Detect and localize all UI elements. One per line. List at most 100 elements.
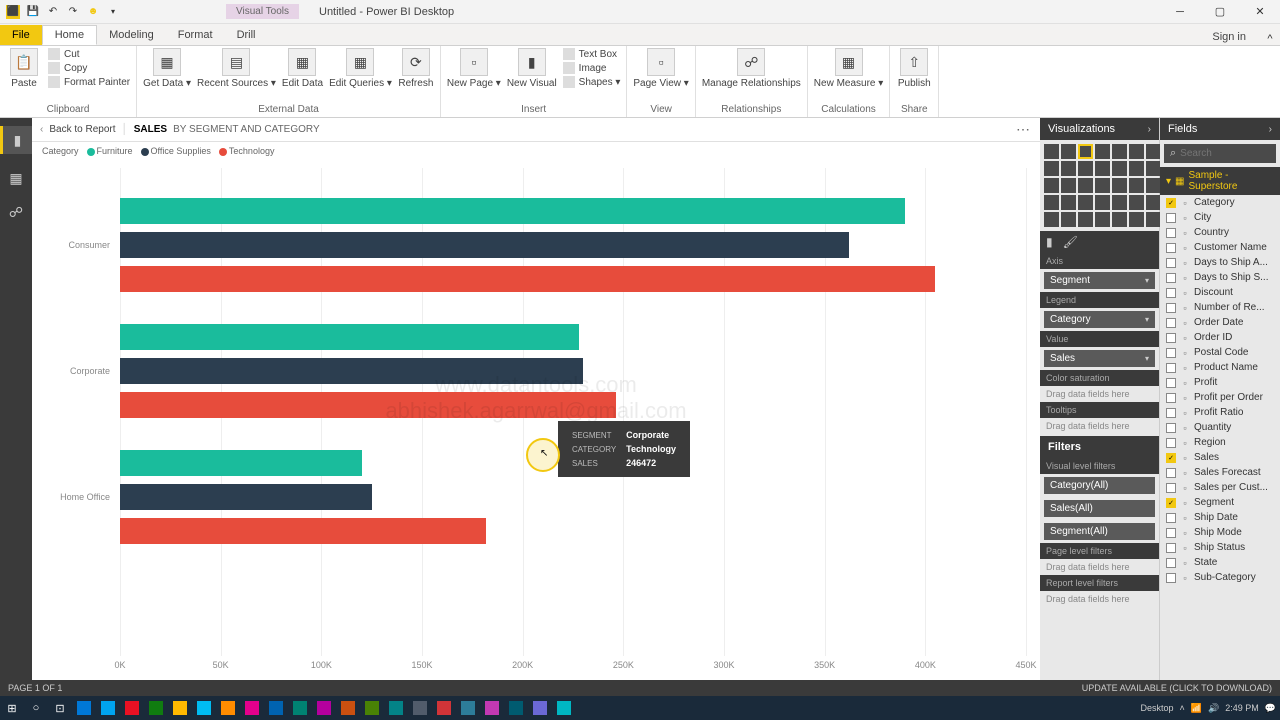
filter-category[interactable]: Category(All) (1044, 477, 1155, 494)
taskbar-app-icon[interactable] (120, 696, 144, 720)
field-item[interactable]: ▫Profit Ratio (1160, 405, 1280, 420)
checkbox[interactable] (1166, 318, 1176, 328)
field-item[interactable]: ▫Days to Ship S... (1160, 270, 1280, 285)
new-measure-button[interactable]: ▦New Measure ▾ (814, 48, 884, 89)
redo-icon[interactable]: ↷ (66, 5, 80, 19)
cortana-icon[interactable]: ○ (24, 696, 48, 720)
viz-type-icon[interactable] (1095, 178, 1110, 193)
viz-type-icon[interactable] (1078, 161, 1093, 176)
tray-volume-icon[interactable]: 🔊 (1208, 703, 1219, 714)
collapse-viz-icon[interactable]: › (1148, 124, 1151, 135)
taskbar-app-icon[interactable] (264, 696, 288, 720)
taskbar-app-icon[interactable] (528, 696, 552, 720)
field-item[interactable]: ▫State (1160, 555, 1280, 570)
textbox-button[interactable]: Text Box (563, 48, 621, 60)
checkbox[interactable] (1166, 483, 1176, 493)
field-item[interactable]: ▫Order ID (1160, 330, 1280, 345)
field-item[interactable]: ▫Region (1160, 435, 1280, 450)
viz-type-icon[interactable] (1146, 195, 1161, 210)
viz-type-icon[interactable] (1044, 195, 1059, 210)
viz-type-icon[interactable] (1044, 144, 1059, 159)
start-button[interactable]: ⊞ (0, 696, 24, 720)
checkbox[interactable] (1166, 468, 1176, 478)
taskbar-app-icon[interactable] (552, 696, 576, 720)
get-data-button[interactable]: ▦Get Data ▾ (143, 48, 191, 89)
viz-type-icon[interactable] (1044, 212, 1059, 227)
viz-type-icon[interactable] (1129, 195, 1144, 210)
format-painter-button[interactable]: Format Painter (48, 76, 130, 88)
tray-desktop[interactable]: Desktop (1141, 703, 1174, 713)
field-item[interactable]: ▫Customer Name (1160, 240, 1280, 255)
viz-type-icon[interactable] (1129, 161, 1144, 176)
field-item[interactable]: ✓▫Sales (1160, 450, 1280, 465)
field-item[interactable]: ▫Sales Forecast (1160, 465, 1280, 480)
taskbar-app-icon[interactable] (72, 696, 96, 720)
viz-type-icon[interactable] (1095, 195, 1110, 210)
shapes-button[interactable]: Shapes ▾ (563, 76, 621, 88)
field-item[interactable]: ▫Order Date (1160, 315, 1280, 330)
field-item[interactable]: ▫Quantity (1160, 420, 1280, 435)
checkbox[interactable] (1166, 363, 1176, 373)
viz-type-icon[interactable] (1044, 161, 1059, 176)
checkbox[interactable] (1166, 213, 1176, 223)
taskbar-app-icon[interactable] (144, 696, 168, 720)
viz-gallery[interactable] (1040, 140, 1159, 231)
viz-type-icon[interactable] (1129, 144, 1144, 159)
bar[interactable] (120, 484, 372, 510)
tray-time[interactable]: 2:49 PM (1225, 703, 1259, 713)
undo-icon[interactable]: ↶ (46, 5, 60, 19)
checkbox[interactable] (1166, 228, 1176, 238)
viz-type-icon[interactable] (1112, 195, 1127, 210)
bar[interactable] (120, 232, 849, 258)
enter-data-button[interactable]: ▦Edit Data (282, 48, 323, 89)
fields-search[interactable]: ⌕ (1164, 144, 1276, 163)
checkbox[interactable] (1166, 378, 1176, 388)
publish-button[interactable]: ⇧Publish (896, 48, 932, 89)
viz-type-icon[interactable] (1061, 195, 1076, 210)
viz-type-icon[interactable] (1129, 178, 1144, 193)
taskbar-app-icon[interactable] (432, 696, 456, 720)
home-tab[interactable]: Home (42, 25, 97, 45)
close-button[interactable]: ✕ (1240, 0, 1280, 24)
filter-segment[interactable]: Segment(All) (1044, 523, 1155, 540)
search-input[interactable] (1180, 148, 1280, 159)
maximize-button[interactable]: ▢ (1200, 0, 1240, 24)
checkbox[interactable] (1166, 333, 1176, 343)
model-view-icon[interactable]: ☍ (6, 202, 26, 222)
checkbox[interactable] (1166, 573, 1176, 583)
viz-type-icon[interactable] (1078, 195, 1093, 210)
field-item[interactable]: ▫Ship Mode (1160, 525, 1280, 540)
viz-type-icon[interactable] (1146, 144, 1161, 159)
taskbar-app-icon[interactable] (456, 696, 480, 720)
tray-notifications-icon[interactable]: 💬 (1265, 703, 1276, 714)
field-table[interactable]: ▾ ▦ Sample - Superstore (1160, 167, 1280, 195)
taskbar-app-icon[interactable] (96, 696, 120, 720)
viz-type-icon[interactable] (1112, 178, 1127, 193)
fields-tab-icon[interactable]: ▮ (1046, 235, 1053, 249)
bar[interactable] (120, 198, 905, 224)
checkbox[interactable] (1166, 423, 1176, 433)
tray-wifi-icon[interactable]: 📶 (1191, 703, 1202, 714)
viz-type-icon[interactable] (1061, 161, 1076, 176)
manage-relationships-button[interactable]: ☍Manage Relationships (702, 48, 801, 89)
paste-button[interactable]: 📋Paste (6, 48, 42, 89)
checkbox[interactable] (1166, 408, 1176, 418)
smiley-icon[interactable]: ☻ (86, 5, 100, 19)
sign-in-link[interactable]: Sign in (1198, 29, 1260, 45)
checkbox[interactable] (1166, 558, 1176, 568)
viz-type-icon[interactable] (1146, 212, 1161, 227)
minimize-button[interactable]: ─ (1160, 0, 1200, 24)
viz-type-icon[interactable] (1061, 178, 1076, 193)
back-icon[interactable]: ‹ (40, 124, 43, 135)
taskbar-app-icon[interactable] (480, 696, 504, 720)
cut-button[interactable]: Cut (48, 48, 130, 60)
viz-type-icon[interactable] (1044, 178, 1059, 193)
viz-type-icon[interactable] (1061, 144, 1076, 159)
viz-type-icon[interactable] (1095, 212, 1110, 227)
field-item[interactable]: ▫Profit (1160, 375, 1280, 390)
taskview-icon[interactable]: ⊡ (48, 696, 72, 720)
field-item[interactable]: ▫Sub-Category (1160, 570, 1280, 585)
page-view-button[interactable]: ▫Page View ▾ (633, 48, 688, 89)
format-tab-icon[interactable]: 🖌 (1063, 235, 1078, 249)
value-well[interactable]: Sales▾ (1044, 350, 1155, 367)
